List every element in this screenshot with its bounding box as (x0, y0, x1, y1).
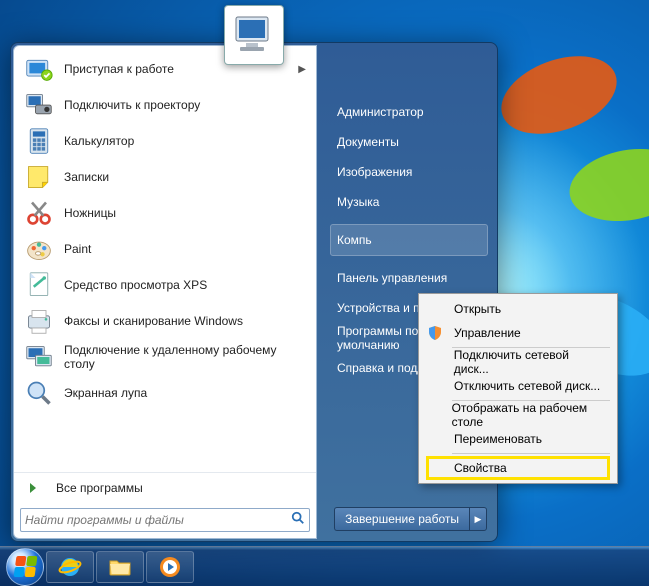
right-pane-item-3[interactable]: Музыка (331, 187, 487, 217)
program-item-0[interactable]: Приступая к работе ▶ (16, 51, 314, 87)
program-label: Приступая к работе (64, 62, 174, 76)
taskbar-explorer-button[interactable] (96, 551, 144, 583)
all-programs-label: Все программы (56, 481, 143, 495)
right-pane-item-0[interactable]: Администратор (331, 97, 487, 127)
program-item-9[interactable]: Экранная лупа (16, 375, 314, 411)
taskbar (0, 546, 649, 586)
context-menu-label: Открыть (454, 302, 501, 316)
shutdown-button-group: Завершение работы ▶ (334, 507, 487, 531)
context-menu-label: Отключить сетевой диск... (454, 379, 600, 393)
program-item-4[interactable]: Ножницы (16, 195, 314, 231)
projector-icon (24, 90, 54, 120)
program-label: Экранная лупа (64, 386, 147, 400)
context-menu-label: Управление (454, 326, 521, 340)
context-menu-label: Свойства (454, 461, 507, 475)
taskbar-ie-button[interactable] (46, 551, 94, 583)
media-player-icon (158, 555, 182, 579)
program-label: Ножницы (64, 206, 116, 220)
getting-started-icon (24, 54, 54, 84)
sticky-notes-icon (24, 162, 54, 192)
context-menu-item-7[interactable]: Переименовать (422, 427, 614, 451)
program-item-2[interactable]: Калькулятор (16, 123, 314, 159)
search-icon[interactable] (291, 511, 305, 530)
computer-context-menu: Открыть Управление Подключить сетевой диск… (418, 293, 618, 484)
program-label: Средство просмотра XPS (64, 278, 207, 292)
start-button[interactable] (6, 548, 44, 586)
context-menu-item-3[interactable]: Подключить сетевой диск... (422, 350, 614, 374)
all-programs-button[interactable]: Все программы (14, 472, 316, 502)
context-menu-item-1[interactable]: Управление (422, 321, 614, 345)
ie-icon (58, 555, 82, 579)
right-pane-label: Администратор (337, 105, 424, 119)
search-box[interactable] (20, 508, 310, 532)
right-pane-item-5[interactable]: Панель управления (331, 263, 487, 293)
context-menu-label: Переименовать (454, 432, 542, 446)
right-pane-label: Панель управления (337, 271, 447, 285)
snipping-tool-icon (24, 198, 54, 228)
context-menu-label: Подключить сетевой диск... (454, 348, 606, 376)
context-menu-item-4[interactable]: Отключить сетевой диск... (422, 374, 614, 398)
program-label: Подключить к проектору (64, 98, 200, 112)
fax-scan-icon (24, 306, 54, 336)
folder-icon (108, 555, 132, 579)
right-pane-label: Документы (337, 135, 399, 149)
triangle-icon (30, 483, 36, 493)
magnifier-icon (24, 378, 54, 408)
context-menu-item-9[interactable]: Свойства (422, 456, 614, 480)
shutdown-label: Завершение работы (345, 512, 459, 526)
program-item-6[interactable]: Средство просмотра XPS (16, 267, 314, 303)
start-menu-left-pane: Приступая к работе ▶ Подключить к проектор… (13, 45, 317, 539)
program-item-5[interactable]: Paint (16, 231, 314, 267)
xps-viewer-icon (24, 270, 54, 300)
context-menu-item-6[interactable]: Отображать на рабочем столе (422, 403, 614, 427)
right-pane-item-1[interactable]: Документы (331, 127, 487, 157)
search-input[interactable] (25, 513, 291, 527)
program-label: Калькулятор (64, 134, 134, 148)
taskbar-wmp-button[interactable] (146, 551, 194, 583)
program-label: Факсы и сканирование Windows (64, 314, 243, 328)
program-item-8[interactable]: Подключение к удаленному рабочему столу (16, 339, 314, 375)
calculator-icon (24, 126, 54, 156)
program-label: Paint (64, 242, 91, 256)
context-menu-item-0[interactable]: Открыть (422, 297, 614, 321)
right-pane-item-4[interactable]: Компь (331, 225, 487, 255)
right-pane-item-2[interactable]: Изображения (331, 157, 487, 187)
right-pane-label: Музыка (337, 195, 379, 209)
program-item-1[interactable]: Подключить к проектору (16, 87, 314, 123)
program-item-3[interactable]: Записки (16, 159, 314, 195)
right-pane-label: Компь (337, 233, 372, 247)
paint-icon (24, 234, 54, 264)
shutdown-button[interactable]: Завершение работы (334, 507, 469, 531)
program-label: Записки (64, 170, 109, 184)
remote-desktop-icon (24, 342, 54, 372)
shield-icon (422, 325, 448, 341)
program-label: Подключение к удаленному рабочему столу (64, 343, 306, 371)
submenu-arrow-icon: ▶ (298, 64, 306, 75)
windows-logo-icon (13, 556, 37, 577)
right-pane-label: Изображения (337, 165, 412, 179)
context-menu-label: Отображать на рабочем столе (452, 401, 606, 429)
shutdown-options-button[interactable]: ▶ (469, 507, 487, 531)
program-item-7[interactable]: Факсы и сканирование Windows (16, 303, 314, 339)
